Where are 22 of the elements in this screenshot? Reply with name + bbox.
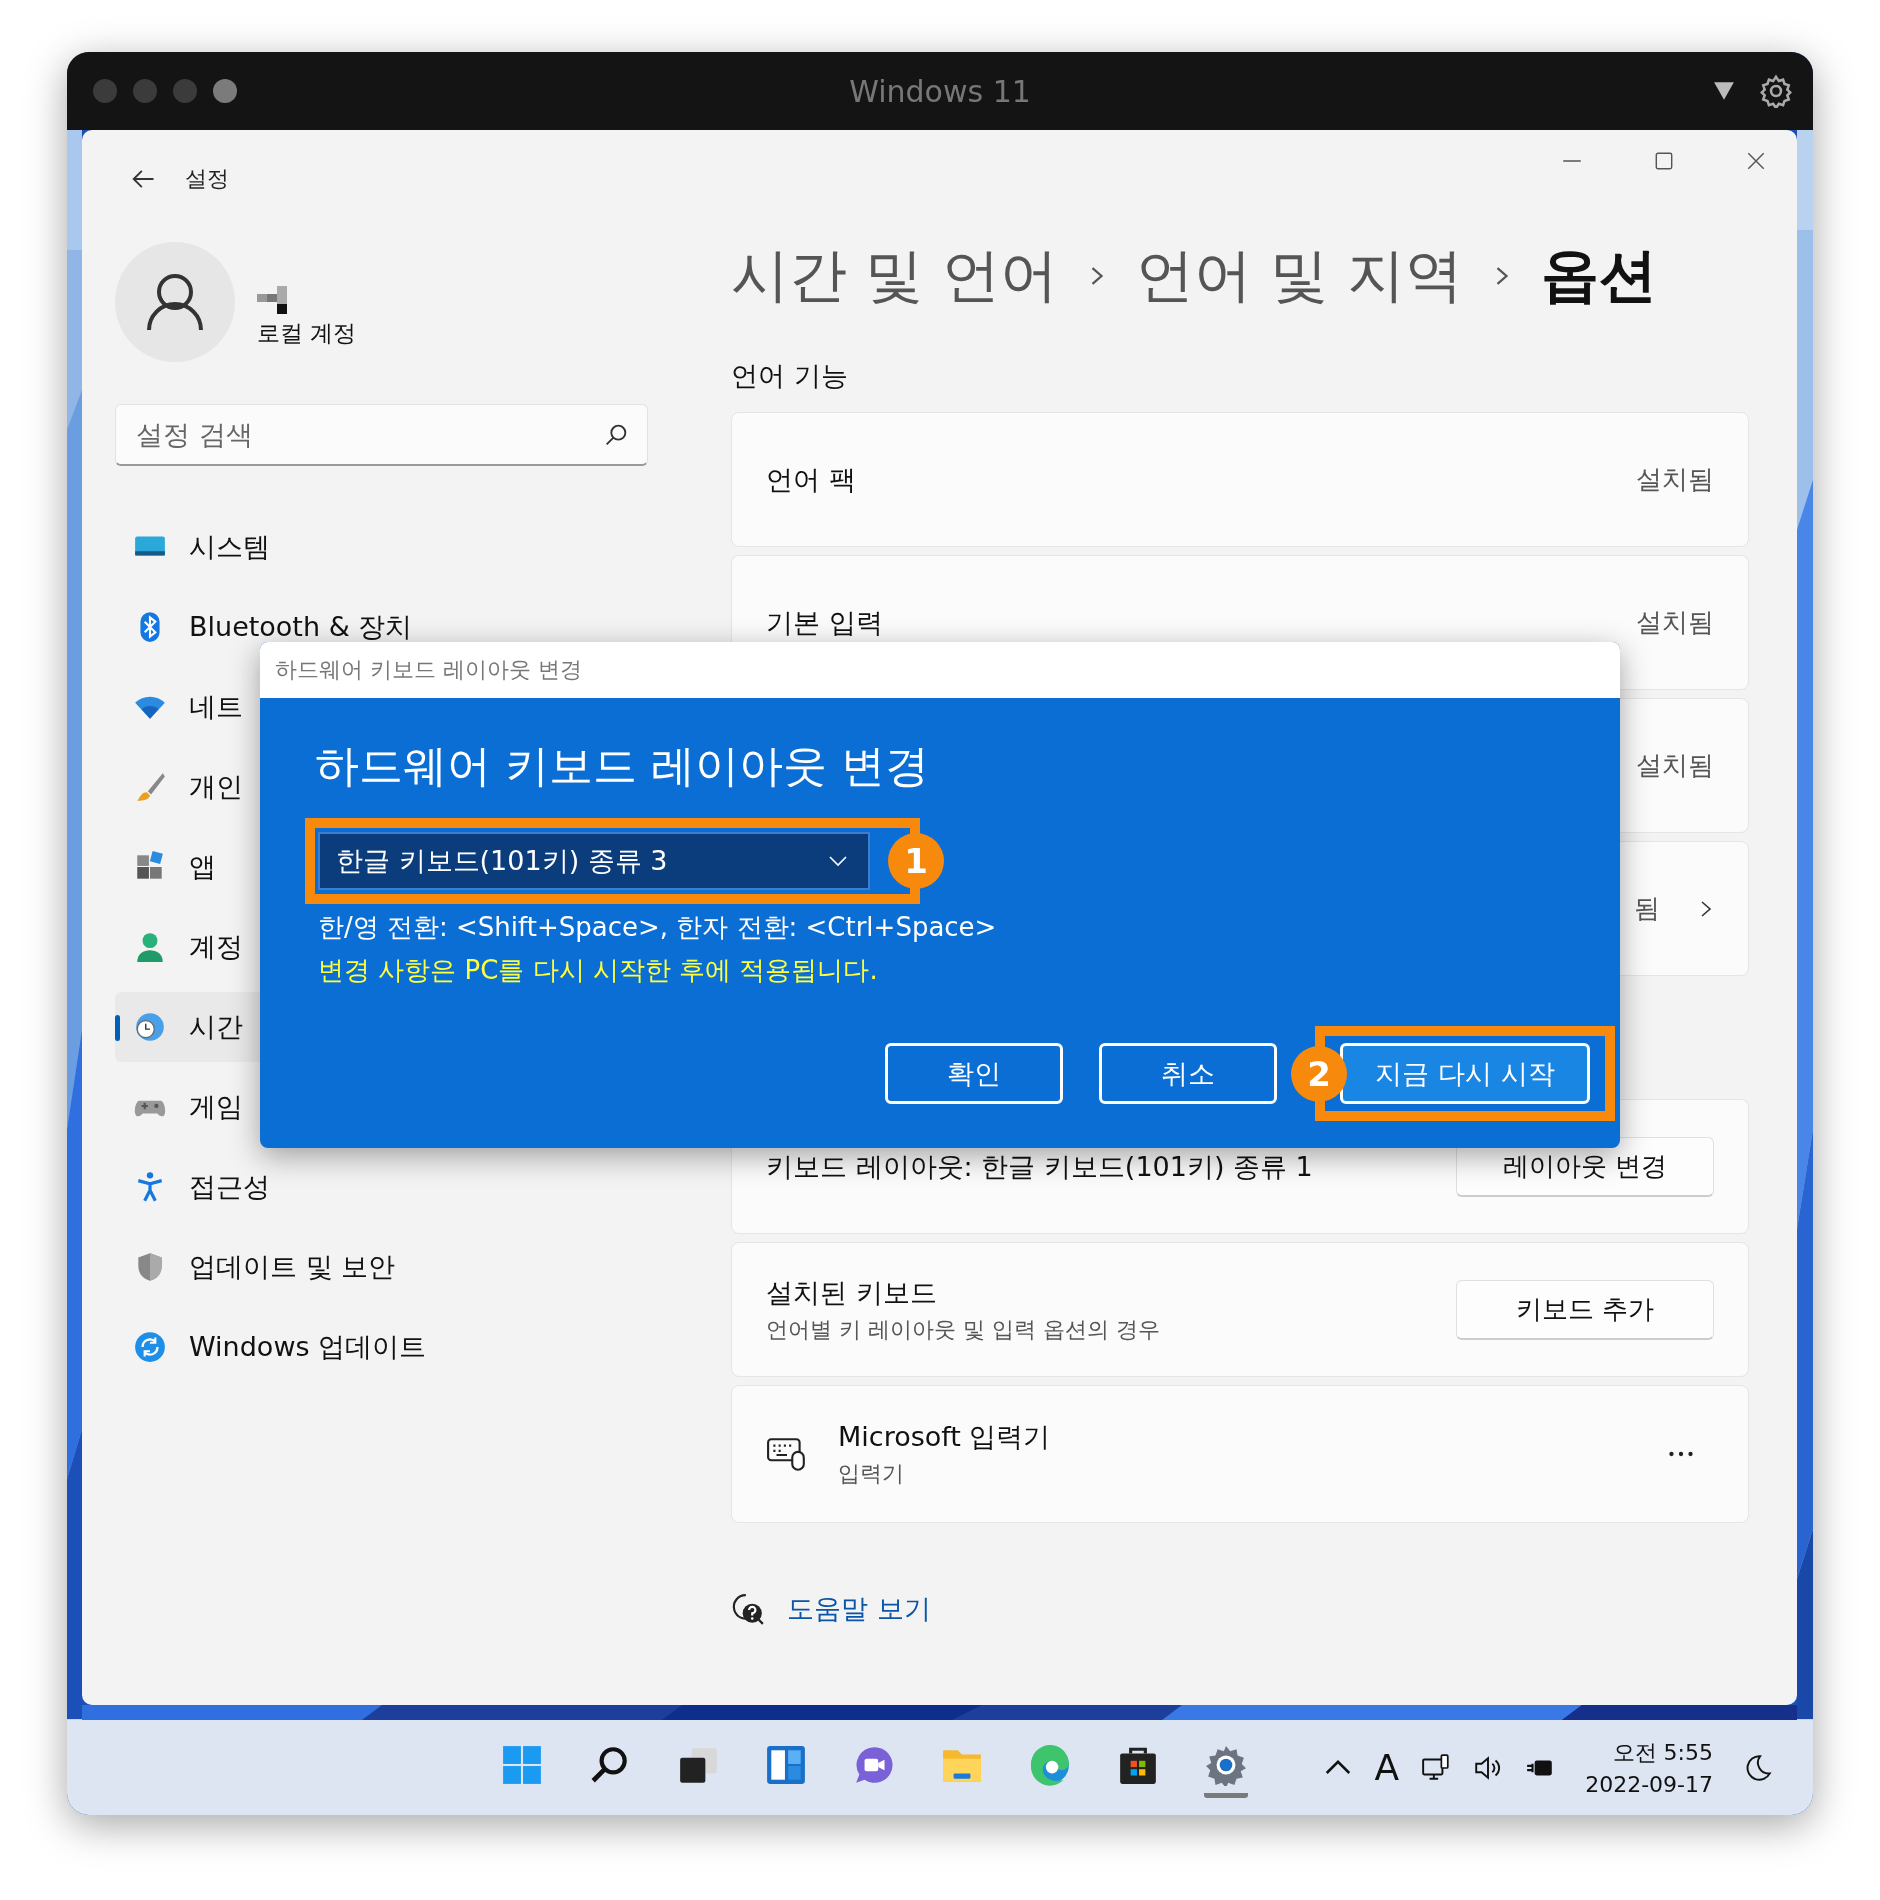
section-title: 언어 기능 — [731, 359, 849, 393]
card-title: 키보드 레이아웃: 한글 키보드(101키) 종류 1 — [766, 1149, 1314, 1184]
dialog-heading: 하드웨어 키보드 레이아웃 변경 — [314, 739, 930, 793]
dialog-caption: 하드웨어 키보드 레이아웃 변경 — [275, 656, 582, 684]
status-label: 설치됨 — [1636, 463, 1714, 496]
restart-notice: 변경 사항은 PC를 다시 시작한 후에 적용됩니다. — [317, 954, 879, 987]
card-title: 설치된 키보드 — [766, 1275, 938, 1310]
status-label: 설치됨 — [1636, 749, 1714, 782]
shortcut-info: 한/영 전환: <Shift+Space>, 한자 전환: <Ctrl+Space> — [317, 911, 998, 944]
page-title: 옵션 — [1540, 240, 1657, 311]
app-title: 설정 — [185, 165, 229, 193]
status-label: 됨 — [1634, 892, 1660, 925]
card-subtitle: 언어별 키 레이아웃 및 입력 옵션의 경우 — [766, 1315, 1161, 1344]
card-title: Microsoft 입력기 — [838, 1420, 1052, 1454]
status-label: 설치됨 — [1636, 606, 1714, 639]
card-title: 언어 팩 — [766, 462, 857, 497]
step-badge: 1 — [888, 833, 944, 889]
account-type-label: 로컬 계정 — [257, 318, 357, 348]
card-subtitle: 입력기 — [838, 1460, 905, 1488]
step-badge: 2 — [1291, 1045, 1347, 1102]
card-title: 기본 입력 — [766, 605, 884, 640]
window-title: Windows 11 — [849, 73, 1031, 109]
